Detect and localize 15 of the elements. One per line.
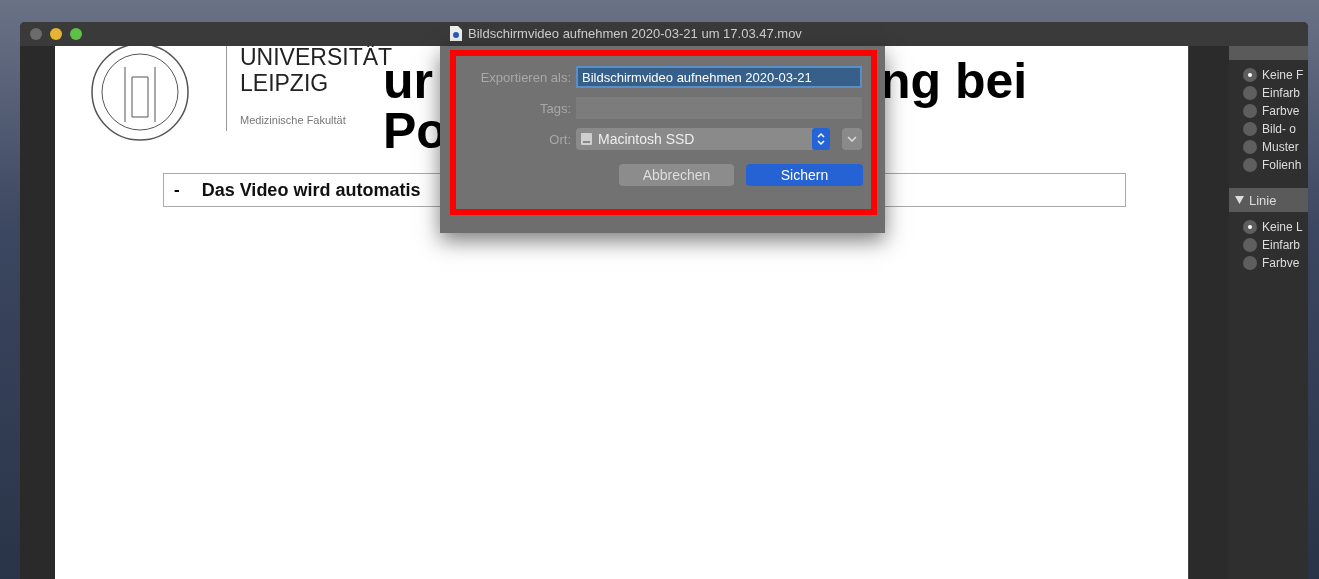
- option-label: Folienh: [1262, 158, 1302, 172]
- option-label: Keine F: [1262, 68, 1304, 82]
- option-label: Keine L: [1262, 220, 1303, 234]
- faculty-name: Medizinische Fakultät: [240, 114, 346, 126]
- option-label: Einfarb: [1262, 86, 1301, 100]
- option-label: Einfarb: [1262, 238, 1301, 252]
- option-label: Farbve: [1262, 256, 1300, 270]
- window-title: Bildschirmvideo aufnehmen 2020-03-21 um 17.03.47.mov: [468, 26, 802, 41]
- university-name: UNIVERSITÄT: [240, 46, 393, 70]
- university-name: LEIPZIG: [240, 70, 330, 96]
- option-label: Bild- o: [1262, 122, 1296, 136]
- option-label: Muster: [1262, 140, 1299, 154]
- bullet-text: Das Video wird automatis: [201, 179, 421, 201]
- bullet-marker: -: [174, 180, 180, 200]
- option-label: Farbve: [1262, 104, 1300, 118]
